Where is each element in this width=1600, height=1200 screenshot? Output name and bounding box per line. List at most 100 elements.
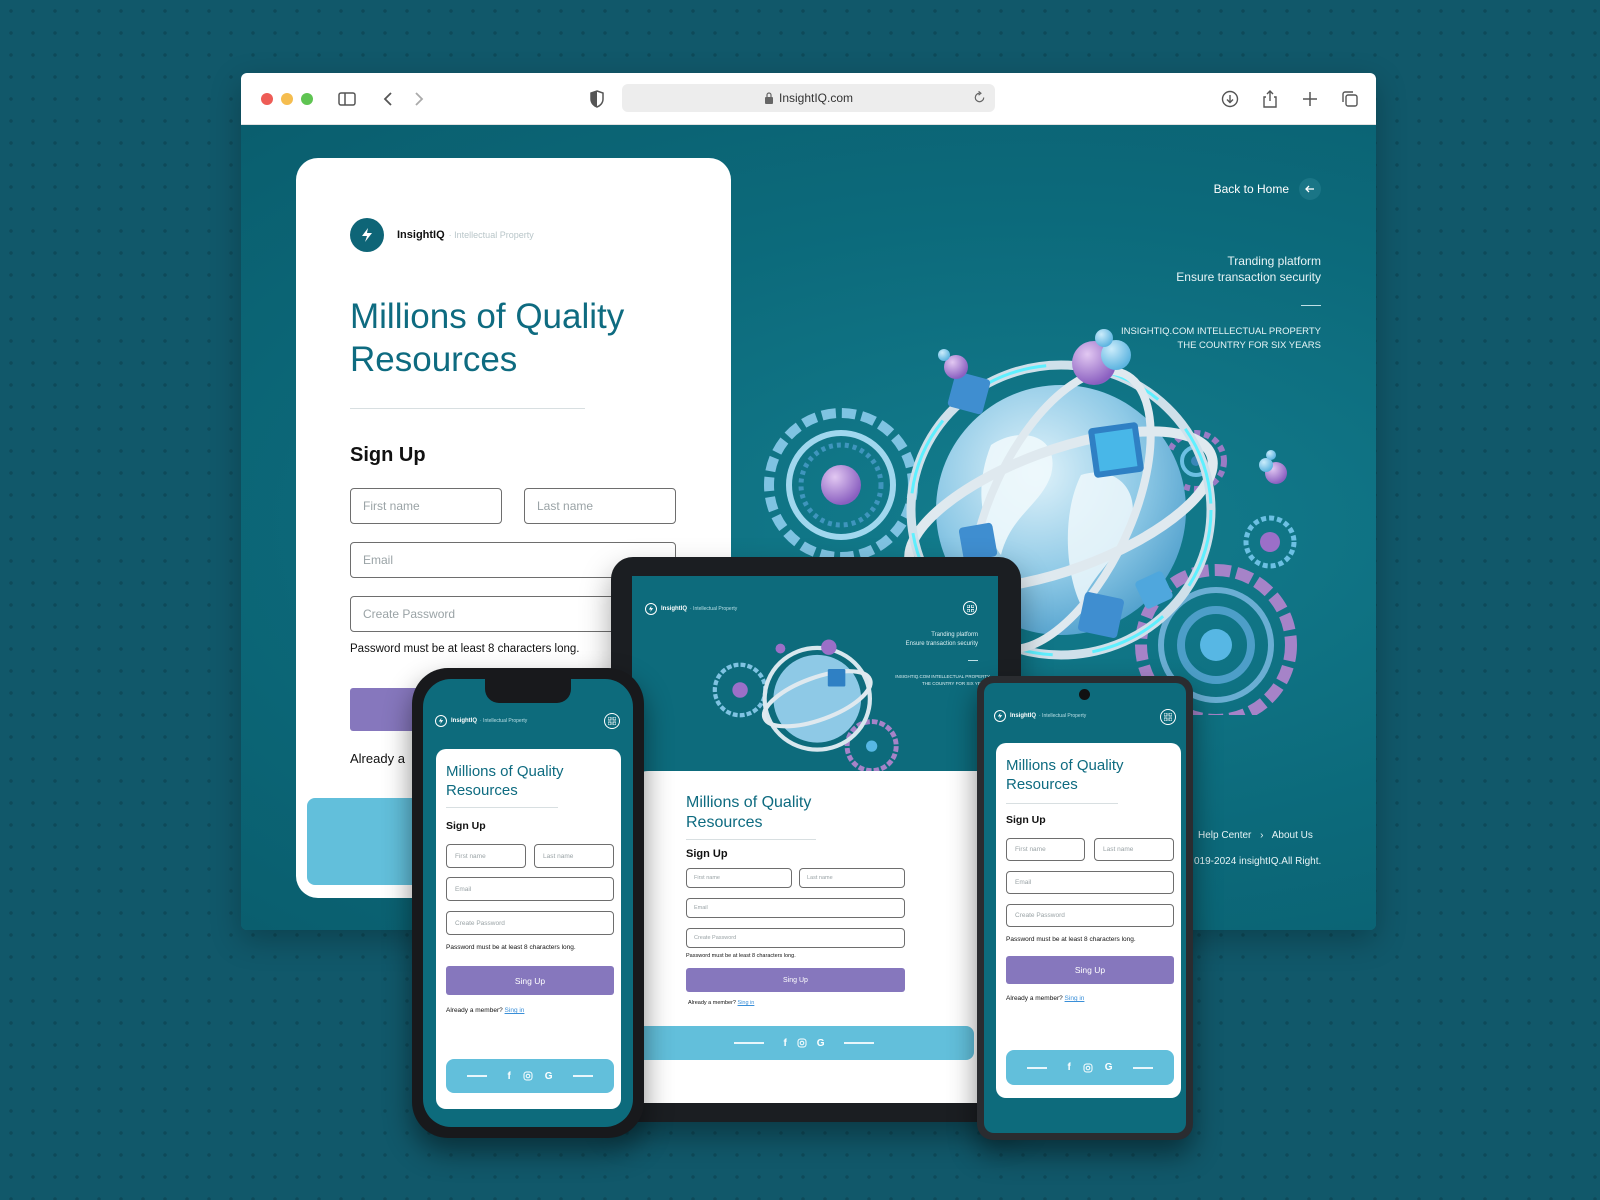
footer-help-center-link[interactable]: Help Center [1198,830,1251,841]
minimize-window-button[interactable] [281,93,293,105]
hero-title-line-2: Resources [350,340,518,380]
android-email-field[interactable]: Email [1006,871,1174,894]
social-line-left [467,1075,488,1077]
google-icon[interactable]: G [1105,1062,1113,1073]
tablet-member-label: Already a member? [688,1000,736,1006]
first-name-field[interactable]: First name [350,488,502,524]
back-chevron-icon[interactable] [377,88,399,110]
iphone-password-field[interactable]: Create Password [446,911,614,935]
instagram-icon[interactable] [1083,1063,1093,1073]
signup-title: Sign Up [350,444,426,466]
hero-info: INSIGHTIQ.COM INTELLECTUAL PROPERTY THE … [1121,325,1321,353]
iphone-hero-title: Millions of Quality Resources [446,763,564,800]
brand-logo[interactable]: InsightIQ · Intellectual Property [350,218,534,252]
google-icon[interactable]: G [545,1071,553,1082]
already-member-text: Already a [350,751,405,766]
sidebar-toggle-icon[interactable] [336,88,358,110]
tablet-menu-grid-icon[interactable] [963,601,977,615]
tablet-title-divider [686,839,816,840]
android-brand-tagline: · Intellectual Property [1039,713,1087,719]
iphone-mockup: InsightIQ · Intellectual Property Millio… [412,668,644,1138]
brand-name: InsightIQ [397,229,445,241]
social-line-right [843,1042,874,1044]
tablet-brand-name: InsightIQ [661,606,687,612]
android-password-field[interactable]: Create Password [1006,904,1174,927]
android-first-name-field[interactable]: First name [1006,838,1085,861]
tablet-last-name-field[interactable]: Last name [799,868,905,888]
footer-about-us-link[interactable]: About Us [1272,830,1313,841]
shield-icon[interactable] [586,88,608,110]
iphone-last-name-field[interactable]: Last name [534,844,614,868]
tablet-social-bar: f G [634,1026,974,1060]
android-brand-name: InsightIQ [1010,713,1036,719]
tablet-hero-title-line-1: Millions of Quality [686,794,812,811]
footer-copyright: 019-2024 insightIQ.All Right. [1194,856,1322,867]
android-signup-card: Millions of Quality Resources Sign Up Fi… [996,743,1181,1098]
instagram-icon[interactable] [797,1038,807,1048]
iphone-hero-title-line-1: Millions of Quality [446,763,564,780]
facebook-icon[interactable]: f [507,1071,510,1082]
close-window-button[interactable] [261,93,273,105]
forward-chevron-icon[interactable] [408,88,430,110]
social-line-left [734,1042,765,1044]
tablet-first-name-field[interactable]: First name [686,868,792,888]
tablet-signin-link[interactable]: Sing in [738,1000,755,1006]
android-signup-button[interactable]: Sing Up [1006,956,1174,984]
android-last-name-field[interactable]: Last name [1094,838,1174,861]
tablet-password-field[interactable]: Create Password [686,928,905,948]
share-icon[interactable] [1259,88,1281,110]
back-to-home-link[interactable]: Back to Home [1214,178,1321,200]
browser-toolbar: InsightIQ.com [241,73,1376,125]
android-hero-title-line-2: Resources [1006,775,1078,793]
tablet-hero-title-line-2: Resources [686,813,763,831]
url-text: InsightIQ.com [778,91,854,105]
new-tab-icon[interactable] [1299,88,1321,110]
iphone-brand-logo[interactable]: InsightIQ · Intellectual Property [435,715,527,727]
tablet-signup-card: Millions of Quality Resources Sign Up Fi… [632,771,998,1103]
iphone-signup-button[interactable]: Sing Up [446,966,614,995]
iphone-signup-card: Millions of Quality Resources Sign Up Fi… [436,749,621,1109]
iphone-signup-title: Sign Up [446,820,486,832]
hero-title-line-1: Millions of Quality [350,297,625,336]
last-name-field[interactable]: Last name [524,488,676,524]
tablet-tagline-2: Ensure transaction security [905,641,978,647]
iphone-title-divider [446,807,558,808]
footer-separator: › [1260,830,1264,841]
google-icon[interactable]: G [817,1038,825,1049]
maximize-window-button[interactable] [301,93,313,105]
reload-icon[interactable] [972,90,987,105]
address-bar[interactable]: InsightIQ.com [622,84,995,112]
social-line-left [1027,1066,1048,1069]
android-hero-title-line-1: Millions of Quality [1006,757,1124,774]
social-line-right [572,1075,593,1077]
iphone-email-field[interactable]: Email [446,877,614,901]
tablet-email-field[interactable]: Email [686,898,905,918]
facebook-icon[interactable]: f [1067,1062,1070,1073]
lightning-icon [435,715,447,727]
tab-overview-icon[interactable] [1339,88,1361,110]
tagline-line-1: Tranding platform [1227,254,1321,268]
instagram-icon[interactable] [523,1071,533,1081]
android-brand-logo[interactable]: InsightIQ · Intellectual Property [994,710,1086,722]
iphone-menu-grid-icon[interactable] [604,713,620,729]
arrow-left-icon [1299,178,1321,200]
facebook-icon[interactable]: f [783,1038,786,1049]
android-screen: InsightIQ · Intellectual Property Millio… [984,683,1186,1133]
android-menu-grid-icon[interactable] [1160,709,1176,725]
iphone-member-label: Already a member? [446,1007,503,1014]
download-icon[interactable] [1219,88,1241,110]
android-mockup: InsightIQ · Intellectual Property Millio… [977,676,1193,1140]
password-hint: Password must be at least 8 characters l… [350,643,580,655]
back-to-home-label: Back to Home [1213,182,1289,196]
info-line-1: INSIGHTIQ.COM INTELLECTUAL PROPERTY [1120,326,1321,337]
tablet-globe-illustration [712,639,899,774]
tablet-password-hint: Password must be at least 8 characters l… [686,953,796,959]
android-signup-title: Sign Up [1006,814,1046,826]
android-signin-link[interactable]: Sing in [1065,995,1085,1002]
iphone-first-name-field[interactable]: First name [446,844,526,868]
iphone-signin-link[interactable]: Sing in [505,1007,525,1014]
iphone-brand-name: InsightIQ [451,718,477,724]
tablet-tagline: Tranding platform Ensure transaction sec… [906,631,978,649]
lightning-icon [994,710,1006,722]
tablet-signup-button[interactable]: Sing Up [686,968,905,992]
